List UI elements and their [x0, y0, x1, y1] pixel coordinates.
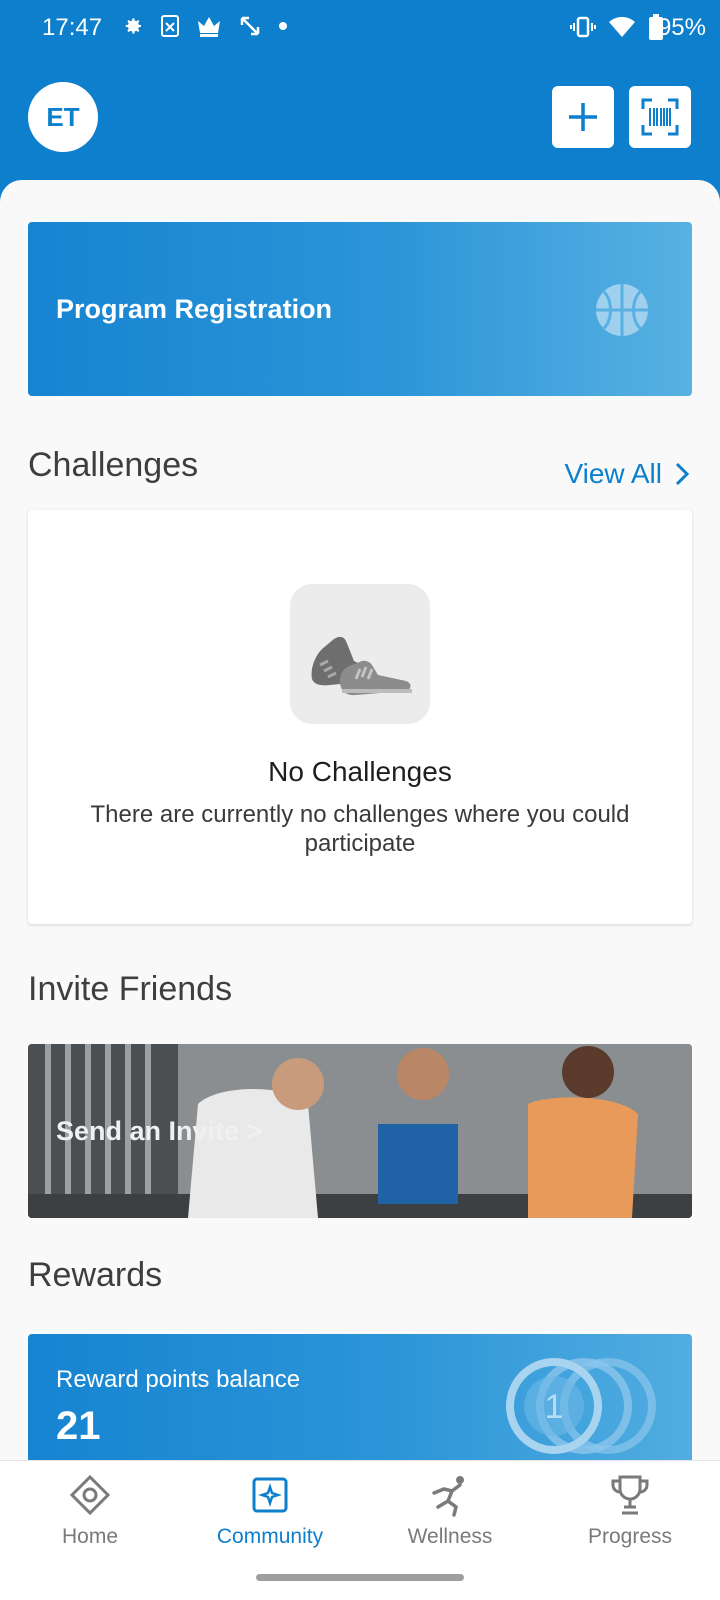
view-all-link[interactable]: View All [564, 458, 690, 490]
no-challenges-text: There are currently no challenges where … [90, 801, 630, 857]
nav-wellness-label: Wellness [407, 1525, 493, 1548]
avatar[interactable]: ET [28, 82, 98, 152]
nav-community-label: Community [216, 1525, 324, 1548]
dot-icon [279, 22, 287, 30]
trophy-icon [611, 1475, 649, 1515]
send-invite-link[interactable]: Send an Invite > [56, 1116, 262, 1147]
nav-progress-label: Progress [587, 1525, 673, 1548]
add-button[interactable] [552, 86, 614, 148]
invite-friends-banner[interactable]: Send an Invite > [28, 1044, 692, 1218]
reward-points-value: 21 [56, 1404, 101, 1448]
barcode-scan-icon [641, 98, 679, 136]
sneakers-icon [290, 584, 430, 724]
status-icons-left [120, 14, 288, 38]
home-indicator[interactable] [256, 1574, 464, 1581]
rewards-title: Rewards [28, 1256, 163, 1294]
challenges-title: Challenges [28, 446, 199, 484]
basketball-icon [596, 284, 648, 336]
nav-community[interactable]: Community [180, 1473, 360, 1549]
sim-icon [161, 15, 179, 37]
community-icon [252, 1477, 288, 1513]
wifi-icon [609, 16, 635, 37]
scan-barcode-button[interactable] [629, 86, 691, 148]
coin-number: 1 [545, 1388, 564, 1426]
coins-icon: 1 [506, 1358, 656, 1454]
invite-friends-title: Invite Friends [28, 970, 233, 1008]
main-content: Program Registration Challenges View All… [0, 180, 720, 1460]
view-all-label: View All [564, 458, 662, 489]
program-registration-card[interactable]: Program Registration [28, 222, 692, 396]
chevron-right-icon [675, 462, 690, 486]
crown-icon [198, 17, 220, 37]
plus-icon [569, 103, 597, 131]
status-bar: 17:47 95% [0, 0, 720, 56]
reward-points-card[interactable]: Reward points balance 21 1 [28, 1334, 692, 1460]
status-time: 17:47 [42, 14, 103, 41]
reward-points-label: Reward points balance [56, 1366, 301, 1393]
challenges-empty-card: No Challenges There are currently no cha… [28, 510, 692, 924]
nav-wellness[interactable]: Wellness [360, 1473, 540, 1549]
nav-progress[interactable]: Progress [540, 1473, 720, 1549]
nav-home-label: Home [61, 1525, 119, 1548]
settings-icon [125, 18, 141, 34]
runner-icon [432, 1476, 464, 1517]
no-challenges-title: No Challenges [268, 756, 452, 787]
program-registration-label: Program Registration [56, 294, 333, 324]
vibrate-icon [570, 16, 596, 38]
expand-icon [240, 16, 260, 36]
home-diamond-icon [69, 1474, 111, 1516]
status-icons-right [570, 14, 664, 40]
nav-home[interactable]: Home [0, 1473, 180, 1549]
battery-percent: 95% [657, 14, 706, 41]
